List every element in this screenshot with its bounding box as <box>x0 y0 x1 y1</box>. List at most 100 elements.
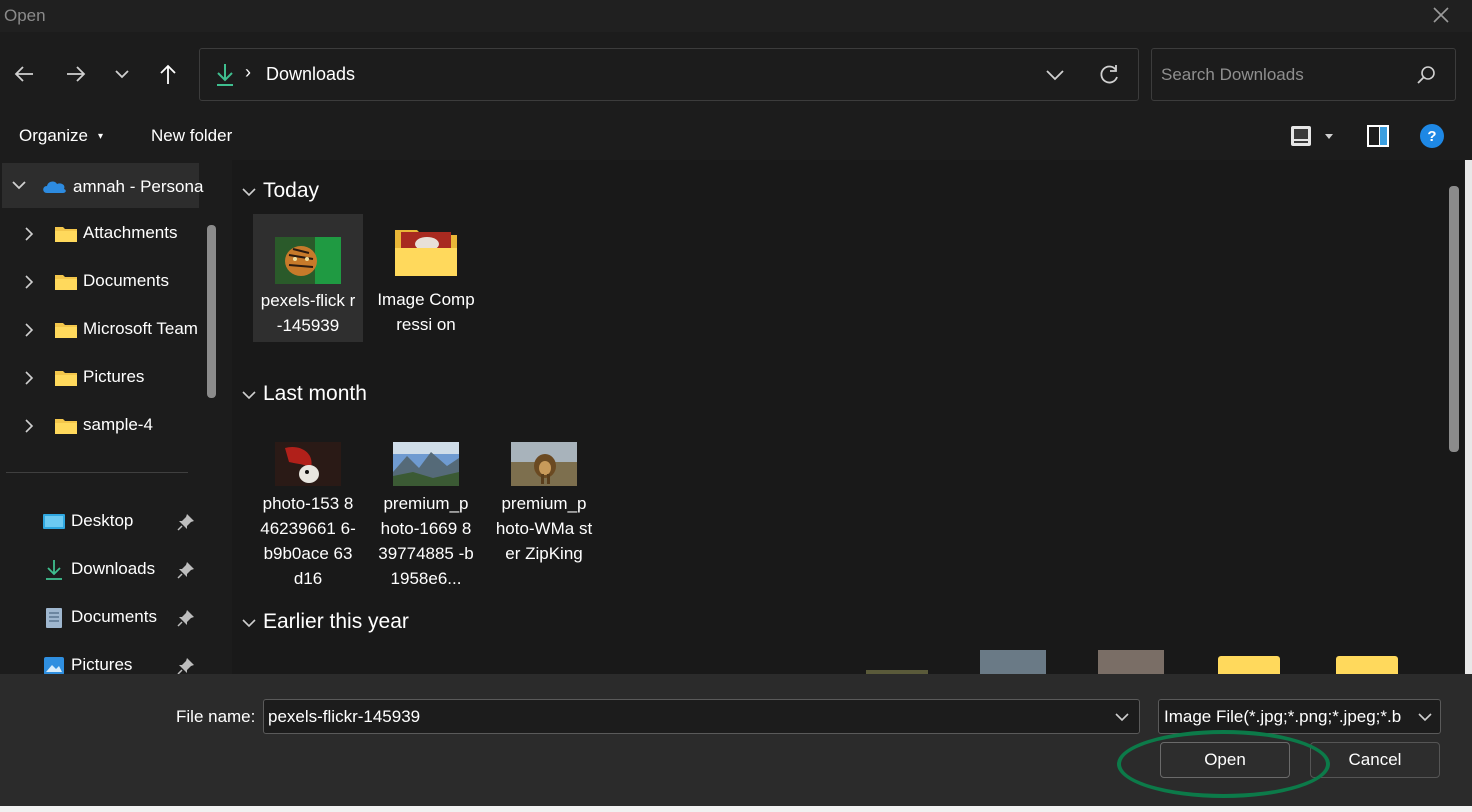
image-thumbnail <box>275 442 341 486</box>
file-name-combobox[interactable] <box>263 699 1140 734</box>
group-header-earlier-this-year[interactable]: Earlier this year <box>240 608 640 638</box>
sidebar-scrollbar[interactable] <box>207 225 216 398</box>
partial-folder-icon[interactable] <box>1336 656 1398 674</box>
sidebar-item-desktop[interactable]: Desktop <box>0 501 205 541</box>
file-item[interactable]: photo-153 846239661 6-b9b0ace 63d16 <box>253 436 363 596</box>
recent-locations-button[interactable] <box>108 60 136 88</box>
sidebar-item-pictures-quick[interactable]: Pictures <box>0 645 205 674</box>
sidebar-item-label: Documents <box>83 271 169 290</box>
view-options-icon[interactable] <box>1289 123 1337 151</box>
pin-icon[interactable] <box>177 513 195 531</box>
command-bar: Organize ▾ New folder ? <box>0 114 1472 160</box>
breadcrumb-downloads[interactable]: Downloads <box>266 64 355 85</box>
sidebar-item-label: Attachments <box>83 223 178 242</box>
sidebar-item-label: amnah - Persona <box>73 177 204 196</box>
chevron-down-icon[interactable] <box>240 183 258 201</box>
background-window-edge <box>1465 160 1472 674</box>
search-box[interactable] <box>1151 48 1456 101</box>
help-icon[interactable]: ? <box>1419 123 1445 149</box>
back-button[interactable] <box>10 60 38 88</box>
chevron-right-icon[interactable] <box>20 273 38 291</box>
up-button[interactable] <box>154 60 182 88</box>
caret-down-icon: ▾ <box>97 131 104 143</box>
file-name: photo-153 846239661 6-b9b0ace 63d16 <box>260 494 356 588</box>
window-title: Open <box>4 6 46 25</box>
folder-icon <box>55 419 77 434</box>
sidebar-item-documents[interactable]: Documents <box>0 261 205 301</box>
partial-thumbnail[interactable] <box>980 650 1046 674</box>
folder-icon <box>55 323 77 338</box>
group-header-last-month[interactable]: Last month <box>240 380 640 410</box>
pin-icon[interactable] <box>177 609 195 627</box>
breadcrumb-separator: › <box>245 62 251 82</box>
background-window-edge <box>0 806 1472 812</box>
search-input[interactable] <box>1161 63 1411 87</box>
file-type-select[interactable]: Image File(*.jpg;*.png;*.jpeg;*.b <box>1158 699 1441 734</box>
file-name-input[interactable] <box>268 706 1088 728</box>
navigation-pane: amnah - Persona Attachments Documents Mi… <box>0 160 221 674</box>
partial-folder-icon[interactable] <box>1218 656 1280 674</box>
close-icon[interactable] <box>1430 4 1452 26</box>
file-list-view[interactable]: Today pexels-flick r-145939 Image Compre <box>232 160 1464 674</box>
sidebar-item-downloads[interactable]: Downloads <box>0 549 205 589</box>
file-name-label: File name: <box>176 707 256 726</box>
search-icon[interactable] <box>1415 64 1437 86</box>
sidebar-item-microsoft-teams[interactable]: Microsoft Team <box>0 309 205 349</box>
forward-arrow-icon <box>67 66 86 82</box>
chevron-down-icon[interactable] <box>1043 63 1067 87</box>
sidebar-item-label: Microsoft Team <box>83 319 198 338</box>
file-type-value: Image File(*.jpg;*.png;*.jpeg;*.b <box>1164 707 1402 726</box>
group-label: Today <box>263 179 320 202</box>
sidebar-item-label: sample-4 <box>83 415 153 434</box>
chevron-down-icon[interactable] <box>1113 708 1131 726</box>
chevron-down-icon[interactable] <box>10 176 28 194</box>
open-button[interactable]: Open <box>1160 742 1290 778</box>
content-scrollbar[interactable] <box>1449 186 1459 452</box>
new-folder-button[interactable]: New folder <box>151 126 232 146</box>
refresh-icon[interactable] <box>1096 62 1122 88</box>
chevron-down-icon[interactable] <box>240 386 258 404</box>
file-name: Image Compressi on <box>377 290 475 334</box>
file-item[interactable]: pexels-flick r-145939 <box>253 214 363 342</box>
folder-icon <box>55 227 77 242</box>
desktop-icon <box>43 514 65 529</box>
group-header-today[interactable]: Today <box>240 177 640 207</box>
image-thumbnail <box>511 442 577 486</box>
partial-thumbnail[interactable] <box>1098 650 1164 674</box>
chevron-right-icon[interactable] <box>20 369 38 387</box>
folder-item[interactable]: Image Compressi on <box>371 214 481 366</box>
file-name: pexels-flick r-145939 <box>260 291 356 335</box>
document-icon <box>46 608 62 628</box>
forward-button[interactable] <box>62 60 90 88</box>
sidebar-item-documents-quick[interactable]: Documents <box>0 597 205 637</box>
image-thumbnail <box>393 442 459 486</box>
file-item[interactable]: premium_p hoto-1669 839774885 -b1958e6..… <box>371 436 481 596</box>
group-label: Earlier this year <box>263 610 409 633</box>
sidebar-item-label: Pictures <box>71 655 133 674</box>
sidebar-item-label: Downloads <box>71 559 156 578</box>
chevron-down-icon[interactable] <box>1416 708 1434 726</box>
file-item[interactable]: premium_p hoto-WMa ster ZipKing <box>489 436 599 596</box>
chevron-right-icon[interactable] <box>20 225 38 243</box>
sidebar-item-sample-4[interactable]: sample-4 <box>0 405 205 445</box>
chevron-right-icon[interactable] <box>20 321 38 339</box>
address-bar[interactable]: › Downloads <box>199 48 1139 101</box>
chevron-down-icon[interactable] <box>240 614 258 632</box>
preview-pane-icon[interactable] <box>1365 123 1391 149</box>
chevron-down-icon <box>115 70 129 79</box>
download-icon <box>46 560 62 580</box>
organize-button[interactable]: Organize ▾ <box>19 126 103 146</box>
folder-icon <box>393 224 459 278</box>
cancel-button[interactable]: Cancel <box>1310 742 1440 778</box>
pin-icon[interactable] <box>177 561 195 579</box>
sidebar-divider <box>6 472 188 473</box>
sidebar-item-pictures[interactable]: Pictures <box>0 357 205 397</box>
pin-icon[interactable] <box>177 657 195 674</box>
file-name: premium_p hoto-WMa ster ZipKing <box>495 494 593 563</box>
folder-icon <box>55 371 77 386</box>
sidebar-item-label: Documents <box>71 607 157 626</box>
file-name: premium_p hoto-1669 839774885 -b1958e6..… <box>378 494 474 588</box>
sidebar-item-onedrive[interactable]: amnah - Persona <box>2 163 203 208</box>
chevron-right-icon[interactable] <box>20 417 38 435</box>
sidebar-item-attachments[interactable]: Attachments <box>0 213 205 253</box>
